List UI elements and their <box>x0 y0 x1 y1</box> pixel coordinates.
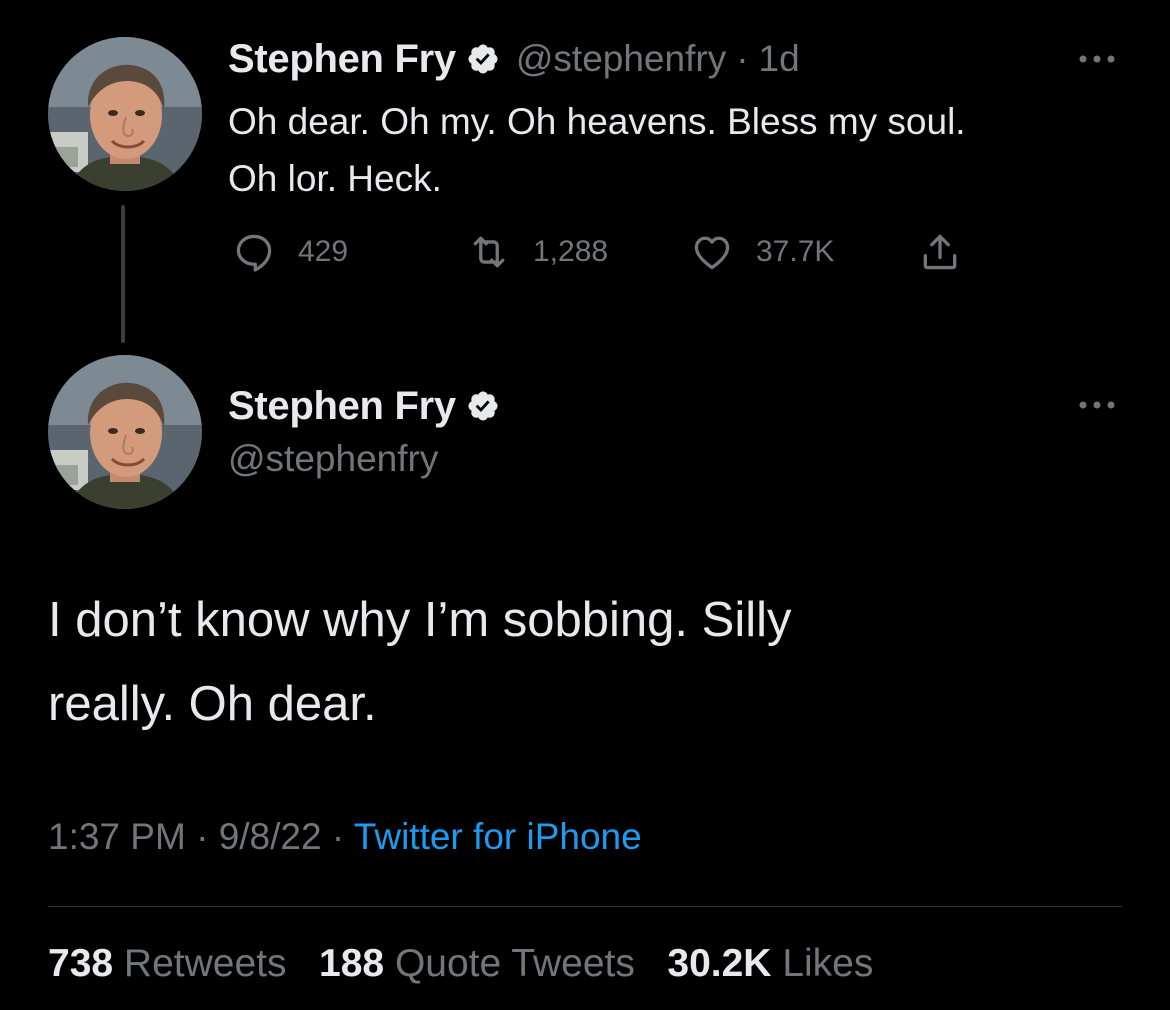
tweet-text: I don’t know why I’m sobbing. Silly real… <box>48 578 1128 746</box>
quote-tweets-label: Quote Tweets <box>394 942 635 985</box>
share-button[interactable] <box>918 230 984 274</box>
verified-badge-icon <box>468 391 498 421</box>
tweet-header: Stephen Fry <box>228 381 500 431</box>
tweet-source-link[interactable]: Twitter for iPhone <box>354 816 642 857</box>
tweet-text-line: Oh lor. Heck. <box>228 158 442 199</box>
tweet-text-line: I don’t know why I’m sobbing. Silly <box>48 593 792 647</box>
engagement-stats: 738 Retweets 188 Quote Tweets 30.2K Like… <box>48 942 873 986</box>
tweet-date[interactable]: 9/8/22 <box>219 816 322 857</box>
separator-dot: · <box>196 816 209 857</box>
separator-dot: · <box>736 38 749 79</box>
retweets-stat[interactable]: 738 Retweets <box>48 942 287 985</box>
tweet-text-line: really. Oh dear. <box>48 677 377 731</box>
reply-count: 429 <box>298 235 349 268</box>
author-name[interactable]: Stephen Fry <box>228 384 456 429</box>
share-icon <box>923 234 957 270</box>
tweet-metadata: 1:37 PM · 9/8/22 · Twitter for iPhone <box>48 816 642 858</box>
tweet-time[interactable]: 1:37 PM <box>48 816 186 857</box>
tweet-text-line: Oh dear. Oh my. Oh heavens. Bless my sou… <box>228 101 966 142</box>
tweet-header: Stephen Fry @stephenfry · 1d <box>228 34 800 84</box>
author-handle[interactable]: @stephenfry <box>228 438 438 480</box>
avatar[interactable] <box>48 355 202 509</box>
author-handle[interactable]: @stephenfry <box>516 38 726 80</box>
avatar[interactable] <box>48 37 202 191</box>
tweet-text: Oh dear. Oh my. Oh heavens. Bless my sou… <box>228 93 1128 207</box>
like-button[interactable]: 37.7K <box>690 230 834 274</box>
likes-count: 30.2K <box>667 942 772 985</box>
more-options-icon[interactable] <box>1077 52 1117 66</box>
retweet-count: 1,288 <box>533 235 609 268</box>
reply-button[interactable]: 429 <box>232 230 348 274</box>
quote-tweets-count: 188 <box>319 942 385 985</box>
separator-dot: · <box>331 816 345 857</box>
quote-tweets-stat[interactable]: 188 Quote Tweets <box>319 942 635 985</box>
likes-label: Likes <box>782 942 874 985</box>
divider <box>48 906 1122 907</box>
tweet-age[interactable]: 1d <box>759 38 800 80</box>
retweet-icon <box>473 236 505 268</box>
thread-connector-line <box>121 205 125 343</box>
more-options-icon[interactable] <box>1077 398 1117 412</box>
reply-icon <box>236 234 272 272</box>
heart-icon <box>694 236 730 270</box>
avatar-photo <box>48 37 202 191</box>
like-count: 37.7K <box>756 235 835 268</box>
retweets-count: 738 <box>48 942 114 985</box>
author-name[interactable]: Stephen Fry <box>228 37 456 82</box>
retweets-label: Retweets <box>123 942 287 985</box>
verified-badge-icon <box>468 44 498 74</box>
retweet-button[interactable]: 1,288 <box>467 230 608 274</box>
likes-stat[interactable]: 30.2K Likes <box>667 942 873 985</box>
avatar-photo <box>48 355 202 509</box>
